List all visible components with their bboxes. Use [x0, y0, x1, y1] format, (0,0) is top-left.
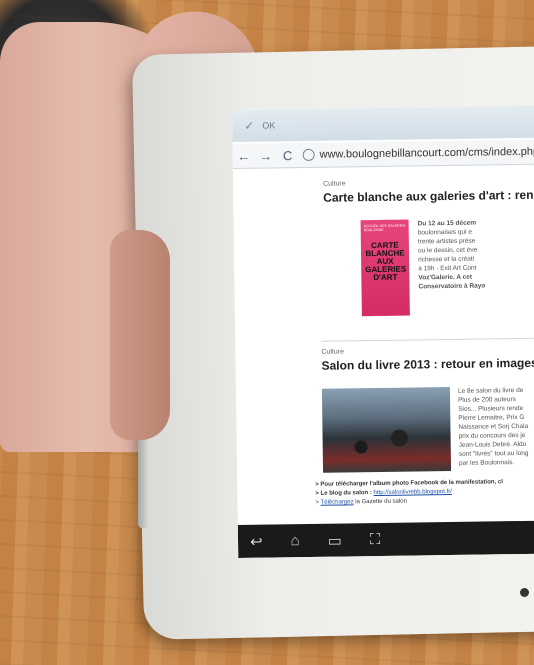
article-category: Culture — [322, 180, 346, 188]
tablet-camera — [520, 588, 529, 597]
gazette-download-link[interactable]: Téléchargez — [321, 499, 354, 505]
article-body: Du 12 au 15 décem boulonnaises qui e tre… — [418, 217, 534, 291]
refresh-icon[interactable]: C — [277, 148, 299, 163]
article-links: > Pour télécharger l'album photo Faceboo… — [315, 478, 534, 508]
home-icon[interactable]: ⌂ — [290, 532, 299, 549]
check-icon: ✓ — [244, 118, 255, 133]
hand-fingers — [110, 230, 170, 440]
blog-label: > Le blog du salon : — [315, 490, 374, 497]
recent-apps-icon[interactable]: ▭ — [328, 531, 342, 549]
screenshot-icon[interactable]: ⛶ — [370, 531, 381, 548]
salon-photo[interactable] — [321, 386, 452, 473]
back-icon[interactable]: ↩ — [250, 532, 263, 550]
body-line: sont "livrés" tout au long — [458, 449, 529, 458]
globe-icon — [302, 148, 315, 162]
body-line: Conservatoire à Rayo — [418, 282, 486, 291]
body-line: par les Boulonnais. — [458, 459, 515, 467]
android-navigation-bar: ↩ ⌂ ▭ ⛶ — [237, 520, 534, 558]
photo-scene: ✓ OK ← → C www.boulognebillancourt.com/c… — [0, 0, 534, 665]
forward-arrow-icon[interactable]: → — [255, 148, 277, 163]
article-salon: Culture Salon du livre 2013 : retour en … — [321, 345, 534, 372]
gazette-suffix: la Gazette du salon — [353, 498, 407, 506]
poster-top-text: ACCUEIL DES GALERIES BOULOGNE — [363, 223, 406, 233]
body-line: Le 8e salon du livre de — [457, 386, 524, 395]
poster-title: CARTE BLANCHE AUX GALERIES D'ART — [365, 240, 407, 283]
section-divider — [321, 337, 534, 342]
url-input[interactable]: www.boulognebillancourt.com/cms/index.ph… — [302, 143, 534, 164]
poster-image[interactable]: ACCUEIL DES GALERIES BOULOGNE CARTE BLAN… — [360, 219, 410, 317]
browser-toolbar: ← → C www.boulognebillancourt.com/cms/in… — [232, 139, 534, 169]
article-category: Culture — [321, 348, 345, 356]
article-body: Le 8e salon du livre de Plus de 200 aute… — [458, 385, 534, 468]
article-headline-link[interactable]: Salon du livre 2013 : retour en images ! — [321, 355, 534, 373]
url-text: www.boulognebillancourt.com/cms/index.ph… — [319, 145, 534, 161]
tablet-screen: ✓ OK ← → C www.boulognebillancourt.com/c… — [232, 105, 534, 558]
status-text: OK — [262, 120, 276, 131]
back-arrow-icon[interactable]: ← — [233, 148, 255, 163]
article-galeries: Culture Carte blanche aux galeries d'art… — [323, 177, 534, 204]
blog-link[interactable]: http://salonlivrebb.blogspot.fr/ — [373, 489, 451, 496]
status-bar: ✓ OK — [232, 105, 534, 142]
article-headline-link[interactable]: Carte blanche aux galeries d'art : rend — [323, 187, 534, 205]
